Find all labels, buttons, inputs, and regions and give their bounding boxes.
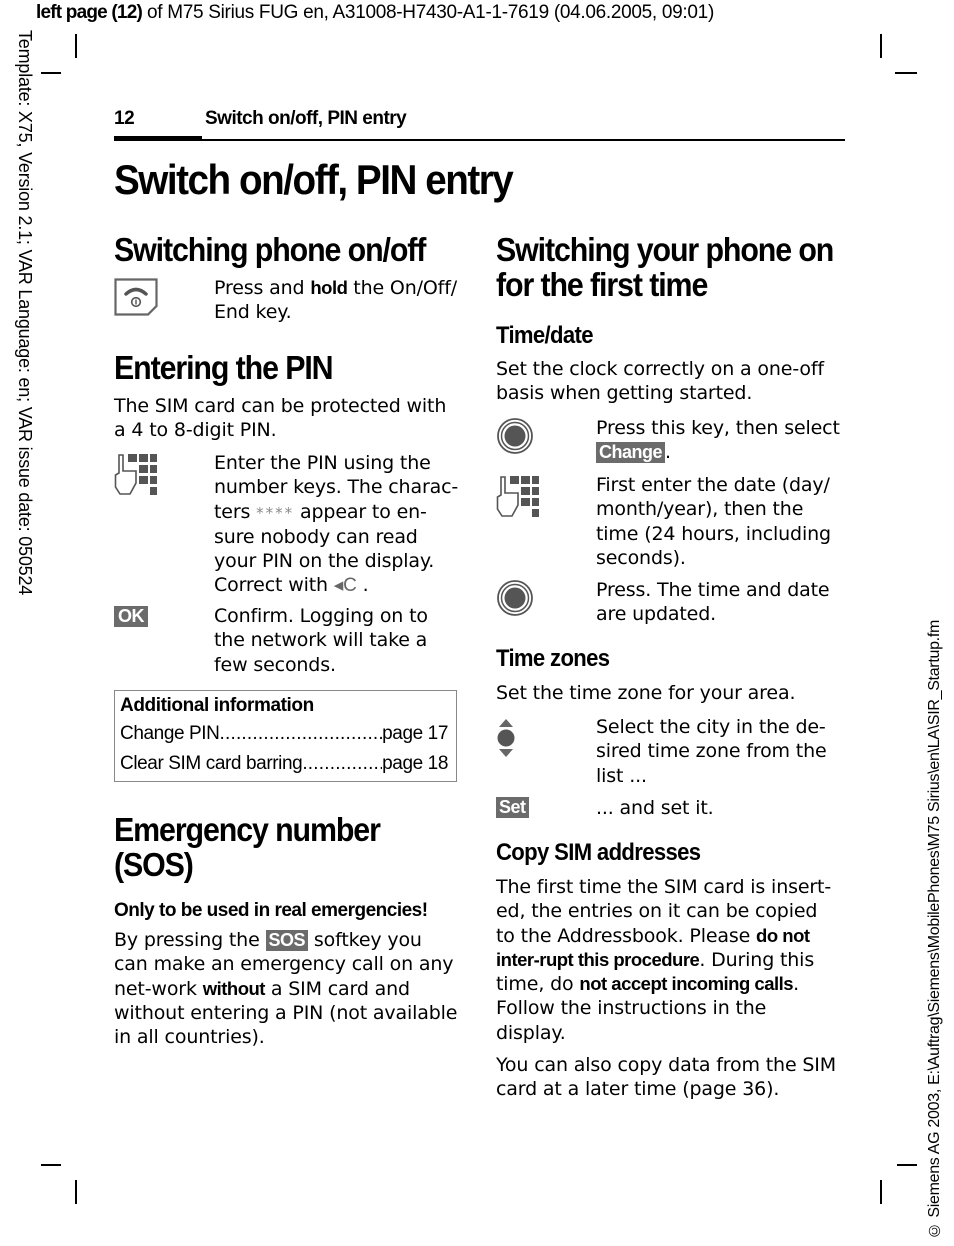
step-text: First enter the date (day/ month/year), …: [596, 474, 831, 569]
heading-time-zones: Time zones: [496, 645, 610, 672]
ok-softkey: OK: [114, 606, 148, 627]
right-column: Switching your phone on for the first tim…: [496, 232, 846, 406]
meta-page-label: left page (12): [36, 2, 143, 23]
page-ref: page 18: [382, 753, 448, 774]
sos-softkey: SOS: [265, 930, 309, 951]
control-key-icon: [496, 417, 534, 459]
heading-emergency-number: Emergency number (SOS): [114, 811, 381, 883]
crop-mark: [75, 1180, 77, 1204]
header-rule: [114, 139, 845, 141]
crop-mark: [895, 72, 917, 74]
document-meta-line: left page (12) of M75 Sirius FUG en, A31…: [36, 2, 714, 24]
section-pin: Entering the PIN The SIM card can be pro…: [114, 350, 464, 443]
page-number: 12: [114, 108, 135, 129]
sos-warning: Only to be used in real emergencies!: [114, 900, 428, 921]
heading-switching-phone: Switching phone on/off: [114, 231, 426, 268]
step-text: Press and hold the On/Off/ End key.: [214, 277, 457, 324]
masked-pin-chars: ****: [256, 503, 295, 522]
step-select-city: Select the city in the de-sired time zon…: [496, 715, 846, 793]
step-press-key-change: Press this key, then select Change.: [496, 416, 846, 472]
step-confirm: OK Confirm. Logging on to the network wi…: [114, 604, 464, 684]
change-softkey: Change: [596, 442, 666, 464]
crop-mark: [897, 1164, 917, 1166]
navigation-key-icon: [496, 718, 516, 762]
step-press-update: Press. The time and date are updated.: [496, 578, 846, 634]
step-text: Press this key, then select Change.: [596, 417, 840, 464]
time-zones-intro: Set the time zone for your area.: [496, 682, 796, 704]
section-copy-sim: Copy SIM addresses The first time the SI…: [496, 839, 846, 1102]
time-date-intro: Set the clock correctly on a one-off bas…: [496, 358, 824, 405]
meta-doc-info: of M75 Sirius FUG en, A31008-H7430-A1-1-…: [142, 2, 714, 23]
crop-mark: [41, 72, 61, 74]
step-set-it: Set ... and set it.: [496, 796, 846, 826]
additional-info-box: Additional information Change PINpage 17…: [114, 690, 457, 782]
step-enter-date-time: First enter the date (day/ month/year), …: [496, 473, 846, 573]
heading-copy-sim: Copy SIM addresses: [496, 839, 701, 866]
section-sos: Emergency number (SOS) Only to be used in…: [114, 812, 464, 1049]
crop-mark: [880, 1180, 882, 1204]
heading-time-date: Time/date: [496, 322, 594, 349]
info-row-change-pin[interactable]: Change PINpage 17: [120, 723, 448, 745]
heading-entering-pin: Entering the PIN: [114, 349, 334, 386]
crop-mark: [75, 34, 77, 58]
step-text: Confirm. Logging on to the network will …: [214, 605, 428, 676]
on-off-end-key-icon: [114, 278, 158, 320]
info-row-clear-sim-barring[interactable]: Clear SIM card barring page 18: [120, 753, 448, 775]
running-title: Switch on/off, PIN entry: [205, 108, 407, 129]
clear-key-icon: ◂C: [333, 575, 357, 597]
right-margin-copyright: © Siemens AG 2003, E:\Auftrag\Siemens\Mo…: [926, 619, 943, 1239]
copy-sim-paragraph-1: The first time the SIM card is insert-ed…: [496, 876, 832, 1044]
control-key-icon: [496, 579, 534, 621]
crop-mark: [880, 34, 882, 58]
section-time-zones: Time zones Set the time zone for your ar…: [496, 645, 846, 705]
step-text: Press. The time and date are updated.: [596, 579, 830, 626]
left-margin-template-info: Template: X75, Version 2.1; VAR Language…: [15, 30, 35, 596]
running-header: 12 Switch on/off, PIN entry: [114, 106, 845, 142]
copy-sim-paragraph-2: You can also copy data from the SIM card…: [496, 1054, 836, 1101]
sos-paragraph: By pressing the SOS softkey you can make…: [114, 929, 458, 1049]
set-softkey: Set: [496, 797, 529, 818]
keypad-icon: [496, 475, 540, 523]
step-enter-pin: Enter the PIN using the number keys. The…: [114, 451, 464, 601]
left-column: Switching phone on/off: [114, 232, 464, 267]
step-press-hold: Press and hold the On/Off/ End key.: [114, 276, 464, 326]
crop-mark: [41, 1164, 61, 1166]
page-ref: page 17: [382, 723, 448, 744]
pin-intro: The SIM card can be protected with a 4 t…: [114, 395, 447, 442]
step-text: Select the city in the de-sired time zon…: [596, 716, 827, 787]
keypad-icon: [114, 453, 158, 501]
step-text: ... and set it.: [596, 797, 714, 819]
page-title: Switch on/off, PIN entry: [114, 156, 514, 203]
heading-first-time: Switching your phone on for the first tim…: [496, 231, 834, 303]
info-box-title: Additional information: [120, 695, 314, 716]
step-text: Enter the PIN using the number keys. The…: [214, 452, 459, 597]
